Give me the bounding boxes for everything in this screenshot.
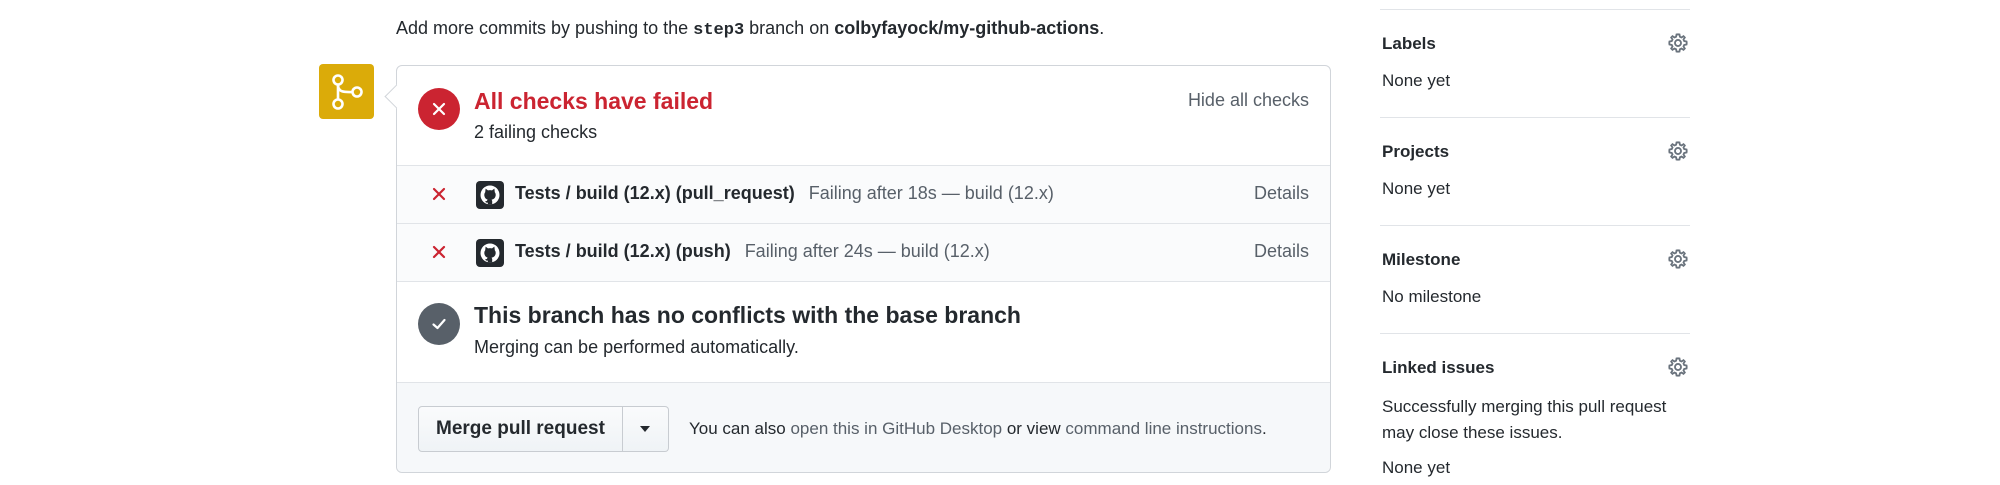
sidebar-milestone-title[interactable]: Milestone bbox=[1382, 250, 1460, 270]
sidebar-milestone-value: No milestone bbox=[1382, 287, 1482, 306]
caret-down-icon bbox=[640, 426, 651, 432]
merge-method-dropdown[interactable] bbox=[622, 406, 669, 452]
hide-all-checks-link[interactable]: Hide all checks bbox=[1188, 90, 1309, 111]
sidebar-linked-issues-value: None yet bbox=[1382, 458, 1451, 477]
open-in-desktop-link[interactable]: open this in GitHub Desktop bbox=[790, 419, 1002, 438]
sidebar-projects-value: None yet bbox=[1382, 179, 1451, 198]
git-branch-icon bbox=[319, 64, 374, 119]
check-title: Tests / build (12.x) (push) bbox=[515, 241, 731, 261]
repo-name: colbyfayock/my-github-actions bbox=[834, 18, 1100, 38]
merge-note-suffix: . bbox=[1261, 419, 1267, 438]
check-icon bbox=[418, 303, 460, 345]
merge-button-group: Merge pull request bbox=[418, 406, 669, 452]
x-icon bbox=[418, 88, 460, 130]
merge-alternatives-note: You can also open this in GitHub Desktop… bbox=[689, 419, 1267, 439]
sidebar-labels-value: None yet bbox=[1382, 71, 1451, 90]
github-logo-icon bbox=[476, 239, 504, 267]
command-line-instructions-link[interactable]: command line instructions bbox=[1065, 419, 1262, 438]
sidebar-divider bbox=[1380, 9, 1690, 10]
check-name: Tests / build (12.x) (push) Failing after… bbox=[515, 241, 990, 262]
check-row: Tests / build (12.x) (pull_request) Faili… bbox=[397, 166, 1330, 224]
merge-note-prefix: You can also bbox=[689, 419, 791, 438]
sidebar-divider bbox=[1380, 333, 1690, 334]
sidebar-linked-issues-title[interactable]: Linked issues bbox=[1382, 358, 1494, 378]
push-hint: Add more commits by pushing to the step3… bbox=[396, 18, 1104, 40]
check-row: Tests / build (12.x) (push) Failing after… bbox=[397, 224, 1330, 282]
sidebar-projects-title[interactable]: Projects bbox=[1382, 142, 1449, 162]
conflicts-subtitle: Merging can be performed automatically. bbox=[474, 337, 799, 357]
check-description: Failing after 18s — build (12.x) bbox=[808, 183, 1054, 203]
merge-status-box: All checks have failed 2 failing checks … bbox=[396, 65, 1331, 473]
merge-note-middle: or view bbox=[1002, 419, 1066, 438]
sidebar-labels-title[interactable]: Labels bbox=[1382, 34, 1436, 54]
github-logo-icon bbox=[476, 181, 504, 209]
check-name: Tests / build (12.x) (pull_request) Faili… bbox=[515, 183, 1054, 204]
sidebar-linked-issues-description: Successfully merging this pull request m… bbox=[1382, 397, 1667, 442]
check-details-link[interactable]: Details bbox=[1254, 241, 1309, 262]
checks-status-subtitle: 2 failing checks bbox=[474, 122, 598, 142]
x-icon bbox=[432, 245, 446, 259]
gear-icon[interactable] bbox=[1667, 248, 1689, 270]
gear-icon[interactable] bbox=[1667, 140, 1689, 162]
merge-pull-request-button[interactable]: Merge pull request bbox=[418, 406, 623, 452]
checks-summary: All checks have failed 2 failing checks … bbox=[397, 66, 1330, 166]
gear-icon[interactable] bbox=[1667, 32, 1689, 54]
push-hint-middle: branch on bbox=[744, 18, 835, 38]
x-icon bbox=[432, 187, 446, 201]
check-title: Tests / build (12.x) (pull_request) bbox=[515, 183, 795, 203]
check-description: Failing after 24s — build (12.x) bbox=[744, 241, 990, 261]
checks-status-title: All checks have failed bbox=[474, 88, 714, 114]
merge-actions: Merge pull request You can also open thi… bbox=[397, 383, 1330, 472]
push-hint-suffix: . bbox=[1099, 18, 1105, 38]
push-hint-prefix: Add more commits by pushing to the bbox=[396, 18, 694, 38]
conflicts-title: This branch has no conflicts with the ba… bbox=[474, 302, 1021, 328]
sidebar-divider bbox=[1380, 225, 1690, 226]
branch-name: step3 bbox=[693, 21, 745, 40]
sidebar-divider bbox=[1380, 117, 1690, 118]
conflicts-section: This branch has no conflicts with the ba… bbox=[397, 282, 1330, 383]
check-details-link[interactable]: Details bbox=[1254, 183, 1309, 204]
gear-icon[interactable] bbox=[1667, 356, 1689, 378]
